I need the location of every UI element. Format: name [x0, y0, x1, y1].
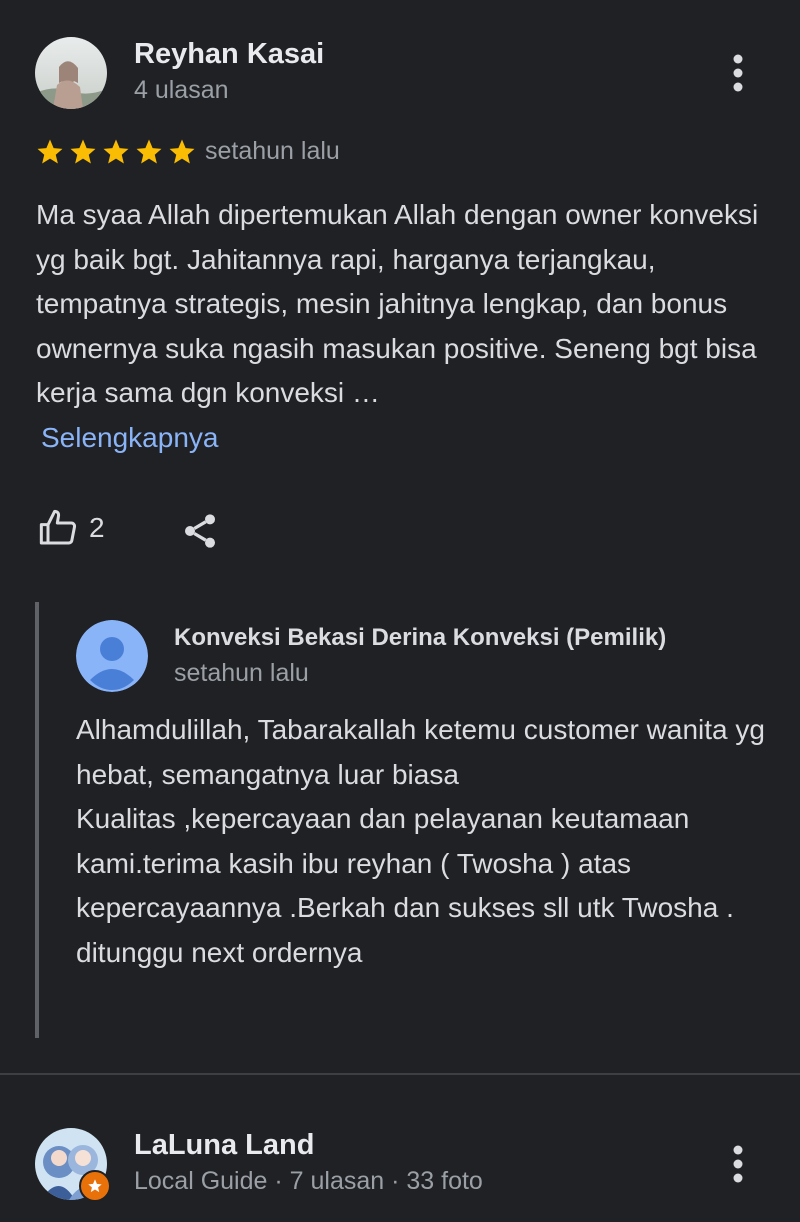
owner-reply-time: setahun lalu: [174, 659, 309, 687]
review-time: setahun lalu: [205, 137, 340, 165]
star-icon: [70, 139, 96, 164]
star-icon: [169, 139, 195, 164]
review-divider: [0, 1073, 800, 1075]
reviewer-meta: Local Guide · 7 ulasan · 33 foto: [134, 1167, 483, 1195]
reviewer-name[interactable]: Reyhan Kasai: [134, 38, 324, 71]
local-guide-star-icon: [88, 1179, 102, 1193]
share-button[interactable]: [180, 511, 220, 551]
thumb-up-icon: [39, 509, 77, 545]
reviewer-meta: 4 ulasan: [134, 76, 229, 104]
more-options-button[interactable]: [718, 1136, 758, 1192]
more-vert-icon: [733, 1145, 743, 1183]
star-icon: [103, 139, 129, 164]
more-options-button[interactable]: [718, 45, 758, 101]
like-count: 2: [89, 512, 105, 543]
local-guide-badge: [79, 1170, 111, 1202]
owner-reply-text: Alhamdulillah, Tabarakallah ketemu custo…: [76, 714, 765, 968]
owner-avatar: [76, 620, 148, 692]
read-more-link[interactable]: Selengkapnya: [41, 422, 218, 453]
person-icon: [76, 620, 148, 692]
reply-indicator-bar: [35, 602, 39, 1038]
reviewer-avatar[interactable]: [35, 37, 107, 109]
review-text: Ma syaa Allah dipertemukan Allah dengan …: [36, 193, 766, 460]
more-vert-icon: [733, 54, 743, 92]
share-icon: [185, 514, 215, 548]
reviewer-name[interactable]: LaLuna Land: [134, 1129, 314, 1162]
owner-name: Konveksi Bekasi Derina Konveksi (Pemilik…: [174, 624, 667, 651]
star-icon: [136, 139, 162, 164]
rating-stars: [35, 137, 197, 167]
review-body: Ma syaa Allah dipertemukan Allah dengan …: [36, 199, 759, 408]
like-button[interactable]: 2: [37, 508, 105, 548]
star-icon: [37, 139, 63, 164]
